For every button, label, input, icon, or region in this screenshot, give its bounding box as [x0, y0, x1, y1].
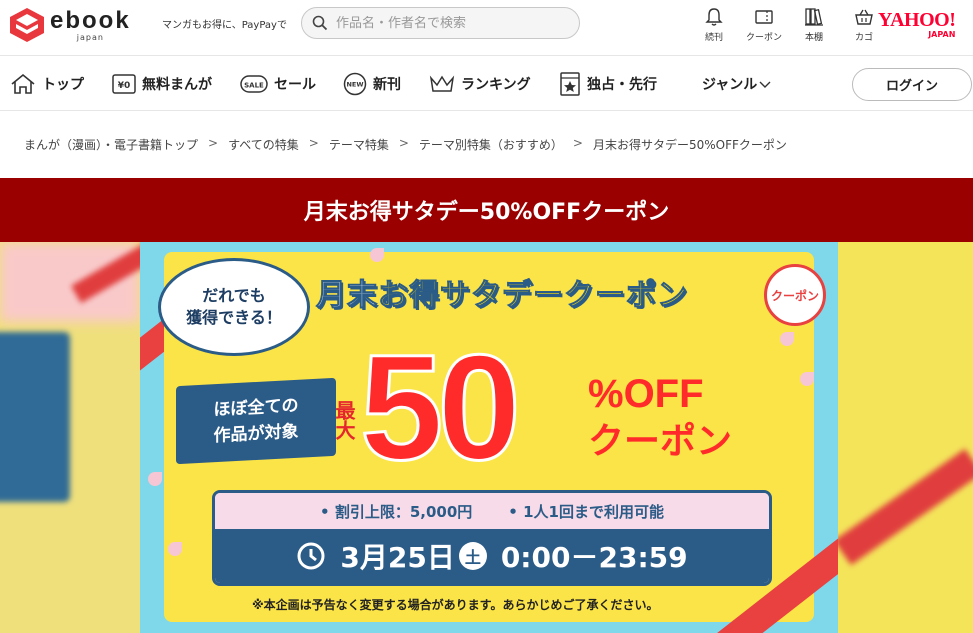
- search-icon: [312, 15, 328, 31]
- main-nav: トップ ¥0 無料まんが SALE セール NEW 新刊 ランキング 独占・先行…: [0, 56, 973, 111]
- breadcrumb-item[interactable]: テーマ別特集（おすすめ）: [419, 136, 563, 153]
- yahoo-japan-logo[interactable]: YAHOO! JAPAN: [878, 9, 956, 39]
- yahoo-sub: JAPAN: [928, 30, 956, 39]
- headline-part-2: お得: [378, 278, 440, 314]
- bubble-line-1: だれでも: [202, 286, 266, 305]
- petal-decoration: [780, 332, 794, 346]
- crown-icon: [429, 75, 455, 92]
- max-label: 最大: [332, 400, 356, 440]
- svg-text:SALE: SALE: [244, 82, 264, 90]
- home-icon: [11, 73, 35, 94]
- logo-sub: japan: [76, 32, 104, 42]
- banner-blur-right: [833, 242, 973, 633]
- headline-part-1: 月末: [316, 278, 378, 314]
- coupon-text: クーポン: [588, 421, 733, 462]
- new-icon: NEW: [343, 72, 367, 96]
- nav-new[interactable]: NEW 新刊: [343, 70, 401, 98]
- yahoo-word: YAHOO!: [878, 9, 956, 31]
- login-button[interactable]: ログイン: [852, 68, 972, 101]
- svg-text:¥0: ¥0: [118, 81, 131, 91]
- petal-decoration: [800, 372, 814, 386]
- bubble-line-2: 獲得できる！: [186, 308, 282, 327]
- breadcrumb-current: 月末お得サタデー50%OFFクーポン: [592, 138, 787, 152]
- usage-limit: • 1人1回まで利用可能: [508, 502, 664, 521]
- clock-icon: [297, 542, 325, 570]
- off-text: %OFF: [588, 372, 704, 416]
- discount-limit: • 割引上限：5,000円: [320, 502, 473, 521]
- speech-bubble: だれでも 獲得できる！: [158, 258, 310, 356]
- nav-ranking[interactable]: ランキング: [429, 70, 531, 98]
- nav-exclusive[interactable]: 独占・先行: [559, 70, 657, 98]
- nav-genre-label: ジャンル: [702, 77, 758, 93]
- coupon-schedule: 3月25日 土 0:00－23:59: [215, 529, 769, 583]
- sale-icon: SALE: [240, 75, 268, 93]
- cart-icon: [855, 9, 873, 25]
- breadcrumb-item[interactable]: すべての特集: [228, 136, 299, 153]
- headline-part-3: サタデークーポン: [440, 278, 688, 314]
- header-icons: 続刊 クーポン 本棚 カゴ: [690, 6, 890, 43]
- schedule-day: 土: [458, 542, 487, 570]
- coupon-icon: [755, 10, 773, 24]
- campaign-banner[interactable]: だれでも 獲得できる！ 月末お得サタデークーポン クーポン ほぼ全ての 作品が対…: [140, 242, 838, 633]
- nav-top[interactable]: トップ: [10, 70, 84, 98]
- follow-label: 続刊: [704, 33, 723, 43]
- header-follow-button[interactable]: 続刊: [690, 6, 738, 43]
- nav-genre[interactable]: ジャンル: [702, 70, 771, 98]
- free-icon: ¥0: [112, 74, 136, 94]
- book-line-2: 作品が対象: [213, 421, 299, 447]
- coupon-conditions: • 割引上限：5,000円 • 1人1回まで利用可能: [215, 493, 769, 529]
- header-coupon-button[interactable]: クーポン: [740, 6, 788, 43]
- svg-text:NEW: NEW: [346, 81, 363, 89]
- petal-decoration: [148, 472, 162, 486]
- breadcrumb-separator: >: [208, 136, 219, 150]
- petal-decoration: [370, 248, 384, 262]
- nav-free-label: 無料まんが: [142, 77, 212, 93]
- chevron-down-icon: [759, 81, 771, 88]
- breadcrumb-item[interactable]: まんが（漫画）・電子書籍トップ: [24, 136, 198, 153]
- exclusive-icon: [560, 72, 580, 96]
- ebook-logo[interactable]: ebook japan: [8, 6, 131, 44]
- bookshelf-label: 本棚: [804, 33, 823, 43]
- schedule-time: 0:00－23:59: [500, 541, 688, 574]
- petal-decoration: [168, 542, 182, 556]
- nav-sale-label: セール: [274, 77, 316, 93]
- breadcrumb-item[interactable]: テーマ特集: [329, 136, 389, 153]
- breadcrumb: まんが（漫画）・電子書籍トップ > すべての特集 > テーマ特集 > テーマ別特…: [24, 136, 787, 153]
- breadcrumb-separator: >: [308, 136, 319, 150]
- nav-free[interactable]: ¥0 無料まんが: [112, 70, 212, 98]
- target-books-label: ほぼ全ての 作品が対象: [176, 377, 336, 465]
- coupon-info-box: • 割引上限：5,000円 • 1人1回まで利用可能 3月25日 土 0:00－…: [212, 490, 772, 586]
- nav-sale[interactable]: SALE セール: [240, 70, 316, 98]
- site-header: ebook japan マンガもお得に、PayPayで 続刊 クーポン: [0, 0, 973, 56]
- nav-ranking-label: ランキング: [461, 77, 531, 93]
- bookshelf-icon: [805, 8, 823, 26]
- page-title: 月末お得サタデー50%OFFクーポン: [303, 200, 670, 225]
- coupon-label: クーポン: [745, 33, 782, 43]
- schedule-date: 3月25日: [340, 541, 455, 574]
- nav-new-label: 新刊: [373, 77, 401, 93]
- banner-note: ※本企画は予告なく変更する場合があります。あらかじめご了承ください。: [252, 598, 659, 612]
- cart-label: カゴ: [854, 33, 873, 43]
- ebook-logo-icon: [10, 8, 44, 42]
- tagline: マンガもお得に、PayPayで: [162, 20, 287, 31]
- search-input[interactable]: [336, 15, 556, 31]
- breadcrumb-separator: >: [398, 136, 409, 150]
- banner-headline: 月末お得サタデークーポン: [316, 270, 688, 314]
- nav-exclusive-label: 独占・先行: [587, 77, 657, 93]
- nav-top-label: トップ: [42, 77, 84, 93]
- discount-number: 50: [359, 323, 523, 491]
- coupon-badge: クーポン: [764, 264, 826, 326]
- breadcrumb-separator: >: [572, 136, 583, 150]
- search-box[interactable]: [301, 7, 580, 39]
- page-title-bar: 月末お得サタデー50%OFFクーポン: [0, 178, 973, 242]
- bell-icon: [705, 8, 723, 26]
- campaign-banner-area: だれでも 獲得できる！ 月末お得サタデークーポン クーポン ほぼ全ての 作品が対…: [0, 242, 973, 633]
- header-bookshelf-button[interactable]: 本棚: [790, 6, 838, 43]
- banner-blur-left: [0, 242, 159, 633]
- logo-word: ebook: [50, 6, 131, 34]
